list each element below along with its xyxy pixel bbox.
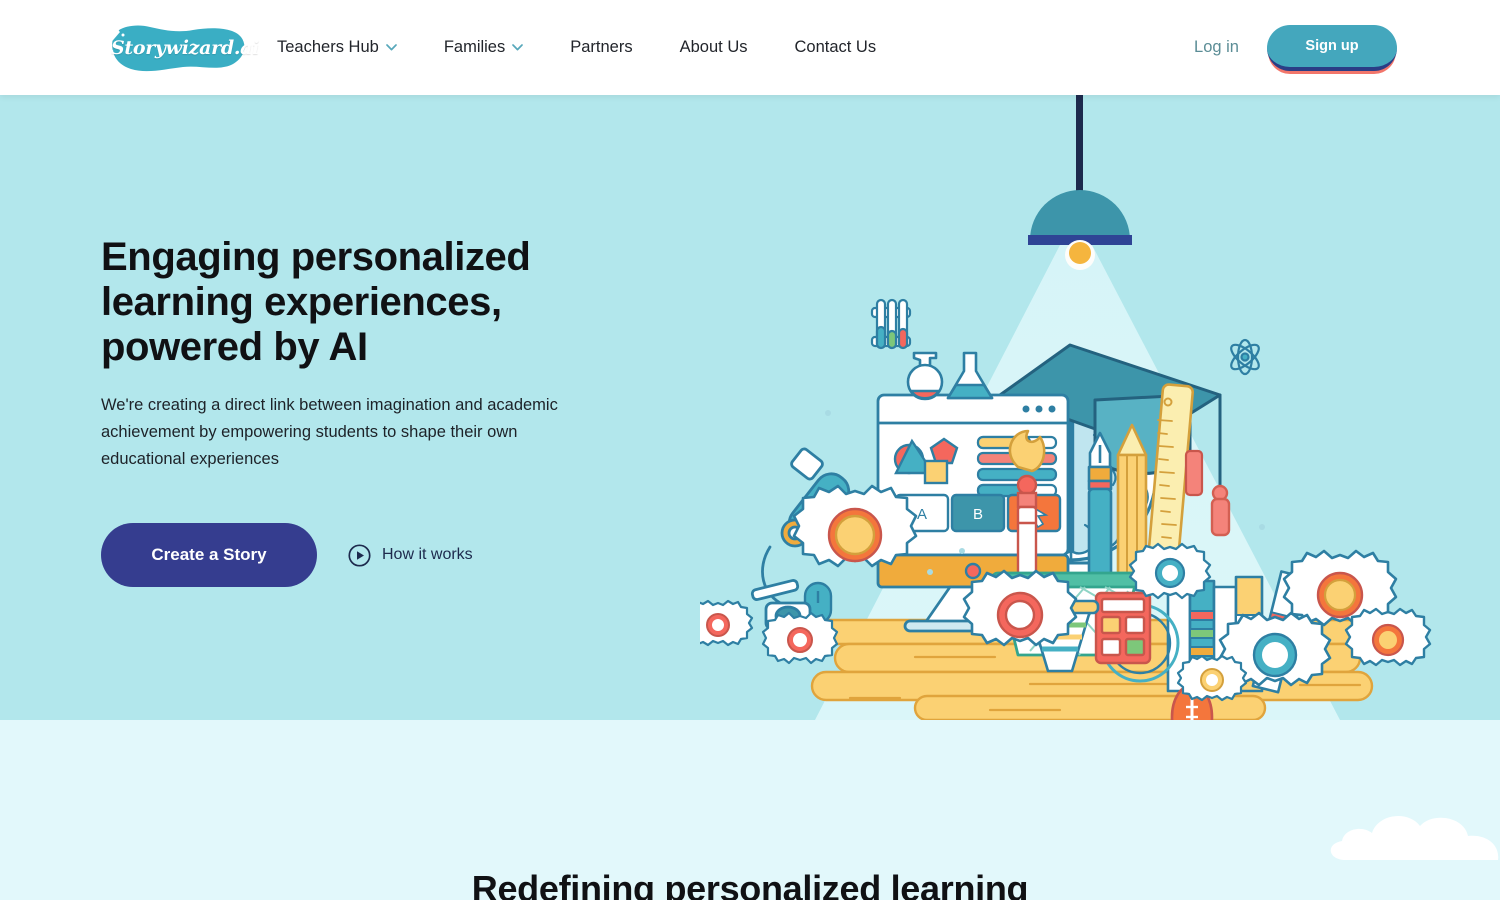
hero-subtitle: We're creating a direct link between ima… [101, 396, 558, 468]
svg-text:B: B [973, 506, 983, 523]
svg-text:A: A [917, 506, 927, 523]
login-link[interactable]: Log in [1194, 38, 1239, 57]
nav-item-teachers-hub[interactable]: Teachers Hub [277, 30, 397, 65]
nav-label: Contact Us [794, 38, 877, 56]
nav-label: About Us [679, 38, 748, 56]
hero-section: Engaging personalized learning experienc… [0, 95, 1500, 720]
hero-illustration: A B [700, 95, 1500, 720]
education-lightbulb-brain-illustration: A B [700, 95, 1432, 720]
magic-wand-icon [105, 22, 125, 46]
how-it-works-label: How it works [382, 546, 473, 563]
signup-button[interactable]: Sign up [1267, 24, 1397, 71]
site-header: Storywizard.ai Teachers Hub Families Par… [0, 0, 1500, 95]
create-a-story-button[interactable]: Create a Story [101, 523, 317, 587]
logo[interactable]: Storywizard.ai [101, 21, 259, 74]
nav-label: Families [443, 38, 506, 56]
nav-label: Teachers Hub [277, 38, 379, 56]
page-title: Engaging personalized learning experienc… [101, 235, 531, 369]
hero-actions: Create a Story How it works [101, 523, 661, 587]
nav-item-partners[interactable]: Partners [570, 30, 632, 65]
header-actions: Log in Sign up [1194, 0, 1500, 95]
cloud-shape-icon [1330, 816, 1499, 860]
chevron-down-icon [512, 44, 524, 51]
section-title: Redefining personalized learning [471, 868, 1029, 900]
how-it-works-link[interactable]: How it works [348, 543, 473, 567]
chevron-down-icon [385, 44, 397, 51]
nav-item-contact-us[interactable]: Contact Us [794, 30, 876, 65]
lower-section: Redefining personalized learning [0, 720, 1500, 900]
nav-label: Partners [570, 38, 633, 56]
hero-copy: Engaging personalized learning experienc… [101, 235, 661, 587]
nav-item-families[interactable]: Families [443, 30, 524, 65]
play-circle-icon [348, 543, 371, 567]
main-nav: Teachers Hub Families Partners About Us … [277, 0, 876, 95]
nav-item-about-us[interactable]: About Us [680, 30, 748, 65]
